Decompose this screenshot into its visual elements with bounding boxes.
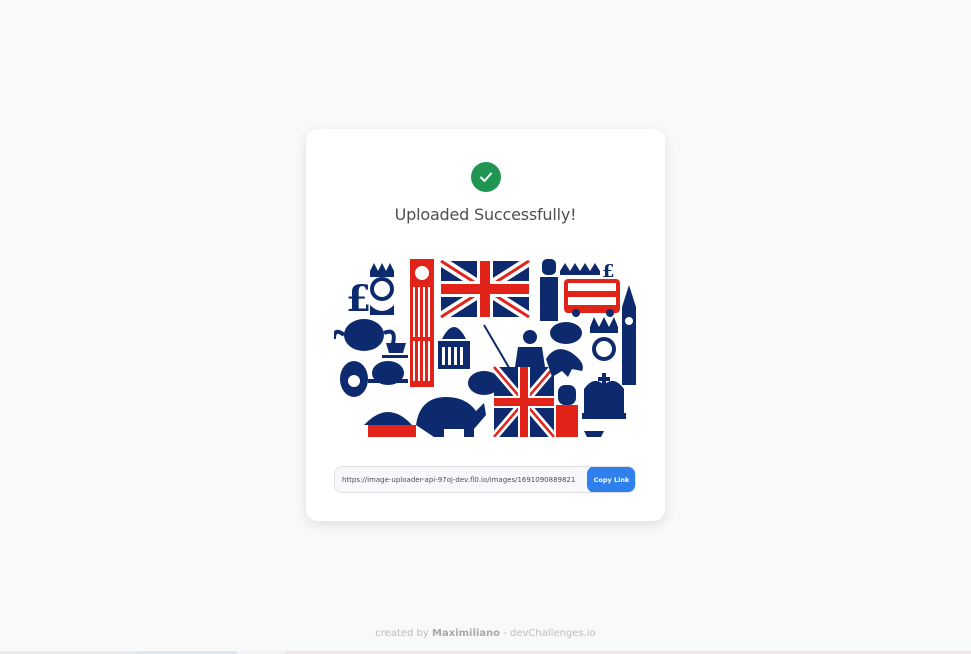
footer-author: Maximiliano [432, 628, 501, 639]
uploaded-image: £ £ [334, 255, 638, 437]
check-circle-icon [471, 162, 501, 192]
footer-separator: - [500, 628, 511, 639]
svg-text:£: £ [602, 261, 615, 282]
footer-site: devChallenges.io [510, 628, 596, 639]
copy-link-button[interactable]: Copy Link [587, 467, 635, 492]
image-link-field[interactable]: https://image-uploader-api-97oj-dev.fl0.… [334, 466, 636, 493]
footer-prefix: created by [375, 628, 429, 639]
upload-result-card: Uploaded Successfully! £ £ https://image… [306, 129, 665, 521]
image-link-url[interactable]: https://image-uploader-api-97oj-dev.fl0.… [335, 476, 587, 484]
footer: created by Maximiliano - devChallenges.i… [0, 628, 971, 639]
page: Uploaded Successfully! £ £ https://image… [0, 0, 971, 654]
svg-text:£: £ [346, 278, 371, 320]
upload-success-title: Uploaded Successfully! [394, 205, 577, 224]
queen-icon [370, 263, 394, 315]
